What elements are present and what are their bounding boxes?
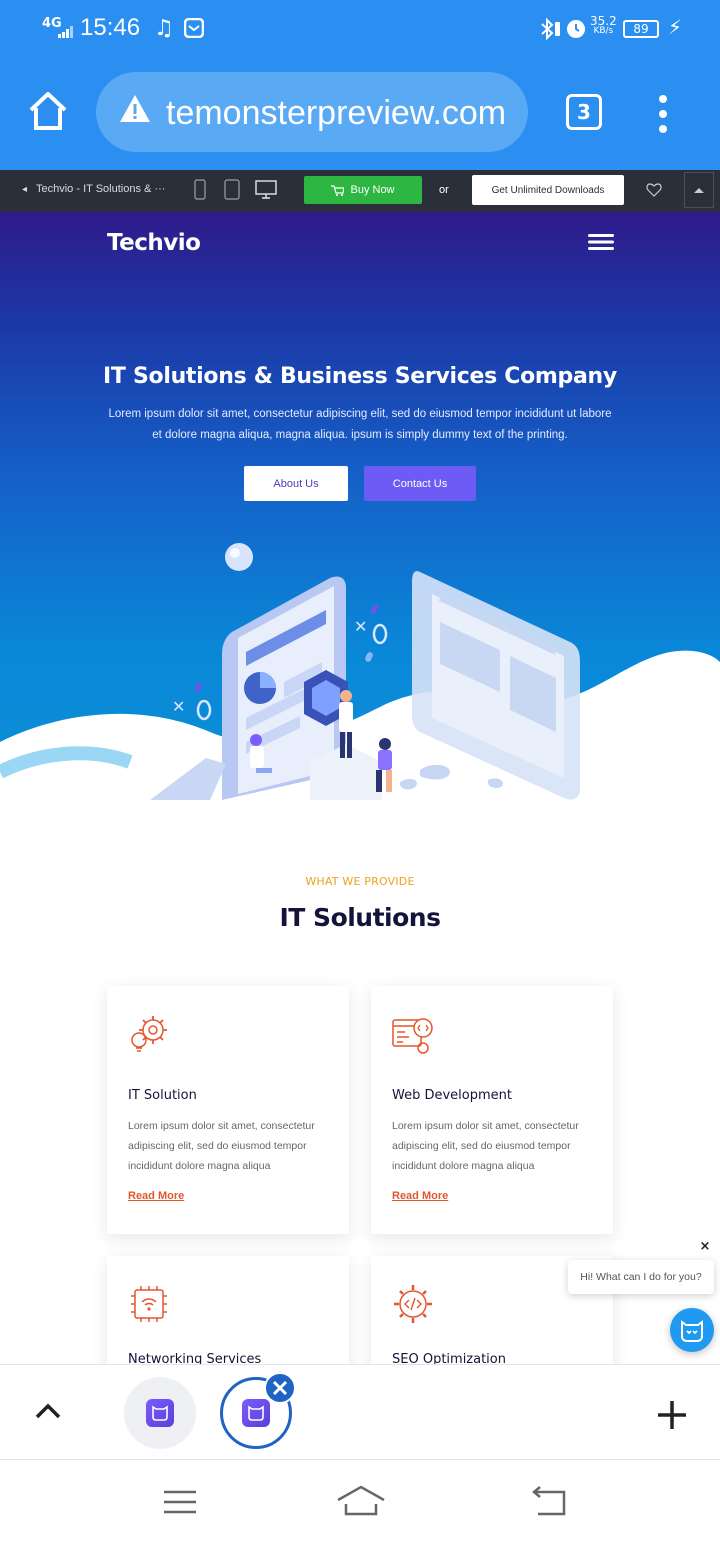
battery-indicator: 89 <box>623 20 659 38</box>
chat-button[interactable] <box>670 1308 714 1352</box>
chat-greeting[interactable]: Hi! What can I do for you? <box>568 1260 714 1294</box>
url-text[interactable]: temonsterpreview.com <box>166 94 506 133</box>
card-title: Networking Services <box>128 1352 262 1364</box>
card-text: Lorem ipsum dolor sit amet, consectetur … <box>392 1120 579 1172</box>
site-favicon-icon <box>242 1399 270 1427</box>
close-tab-button[interactable] <box>264 1372 296 1404</box>
hero-illustration: ✕ ✕ <box>0 543 720 800</box>
hero-description: Lorem ipsum dolor sit amet, consectetur … <box>105 404 615 446</box>
site-logo[interactable]: Techvio <box>107 230 201 256</box>
chevron-up-icon[interactable] <box>34 1401 62 1421</box>
more-menu-icon[interactable] <box>656 94 670 134</box>
notification-icon <box>184 18 204 38</box>
preview-title[interactable]: Techvio - IT Solutions & ··· <box>36 183 165 195</box>
heart-icon[interactable] <box>646 182 662 198</box>
home-nav-icon[interactable] <box>336 1484 386 1518</box>
back-nav-icon[interactable] <box>530 1486 570 1518</box>
svg-text:✕: ✕ <box>354 617 367 636</box>
chat-bot-icon <box>681 1320 703 1342</box>
charging-icon: ⚡ <box>668 15 683 39</box>
tab-tray <box>0 1364 720 1460</box>
card-text: Lorem ipsum dolor sit amet, consectetur … <box>128 1120 315 1172</box>
service-card[interactable]: IT Solution Lorem ipsum dolor sit amet, … <box>107 986 349 1234</box>
bluetooth-icon <box>541 18 560 40</box>
collapse-toolbar-button[interactable] <box>684 172 714 208</box>
hero-title: IT Solutions & Business Services Company <box>103 364 617 389</box>
code-gear-icon <box>394 1285 432 1323</box>
close-icon <box>272 1380 288 1396</box>
unlimited-downloads-button[interactable]: Get Unlimited Downloads <box>472 175 624 205</box>
card-title: SEO Optimization <box>392 1352 506 1364</box>
plus-icon[interactable] <box>656 1399 688 1431</box>
about-us-button[interactable]: About Us <box>244 466 348 501</box>
read-more-link[interactable]: Read More <box>128 1190 184 1202</box>
back-arrow-icon[interactable]: ◂ <box>22 184 27 195</box>
hero-text-line-1: Lorem ipsum dolor sit amet, consectetur … <box>108 408 612 420</box>
service-card[interactable]: Web Development Lorem ipsum dolor sit am… <box>371 986 613 1234</box>
buy-now-label: Buy Now <box>350 184 395 196</box>
hamburger-menu-icon[interactable] <box>588 234 614 250</box>
warning-icon[interactable] <box>118 92 152 126</box>
read-more-link[interactable]: Read More <box>392 1190 448 1202</box>
section-eyebrow: WHAT WE PROVIDE <box>305 875 415 888</box>
wifi-chip-icon <box>131 1286 167 1322</box>
alarm-icon <box>567 20 585 38</box>
chevron-up-icon <box>694 188 704 193</box>
service-card[interactable]: Networking Services <box>107 1256 349 1364</box>
clock: 15:46 <box>80 14 141 41</box>
network-speed: 35.2 KB/s <box>590 14 617 36</box>
hero-text-line-2: et dolore magna aliqua, magna aliqua. ip… <box>152 429 568 441</box>
system-navigation-bar <box>0 1460 720 1544</box>
section-title: IT Solutions <box>279 903 441 932</box>
card-title: Web Development <box>392 1088 512 1103</box>
svg-text:✕: ✕ <box>172 697 185 716</box>
code-window-icon <box>392 1018 433 1054</box>
browser-chrome: 4G 15:46 ♫ 35.2 KB/s 89 ⚡ temonsterprevi… <box>0 0 720 170</box>
mobile-view-icon[interactable] <box>194 179 206 201</box>
status-bar: 4G 15:46 ♫ 35.2 KB/s 89 ⚡ <box>0 0 720 58</box>
tablet-view-icon[interactable] <box>224 179 240 201</box>
tab-thumbnail[interactable] <box>124 1377 196 1449</box>
tab-switcher-button[interactable]: 3 <box>566 94 602 130</box>
hero-section: Techvio IT Solutions & Business Services… <box>0 212 720 800</box>
music-icon: ♫ <box>154 16 174 41</box>
buy-now-button[interactable]: Buy Now <box>304 176 422 204</box>
signal-icon <box>58 26 73 38</box>
site-favicon-icon <box>146 1399 174 1427</box>
desktop-view-icon[interactable] <box>255 179 277 201</box>
recent-apps-icon[interactable] <box>162 1488 198 1516</box>
chat-close-button[interactable]: × <box>698 1240 712 1254</box>
contact-us-button[interactable]: Contact Us <box>364 466 476 501</box>
card-title: IT Solution <box>128 1088 197 1103</box>
preview-toolbar: ◂ Techvio - IT Solutions & ··· Buy Now o… <box>0 170 720 212</box>
cart-icon <box>331 184 345 196</box>
home-icon[interactable] <box>26 88 70 132</box>
or-label: or <box>439 184 449 196</box>
gear-bulb-icon <box>131 1016 167 1052</box>
